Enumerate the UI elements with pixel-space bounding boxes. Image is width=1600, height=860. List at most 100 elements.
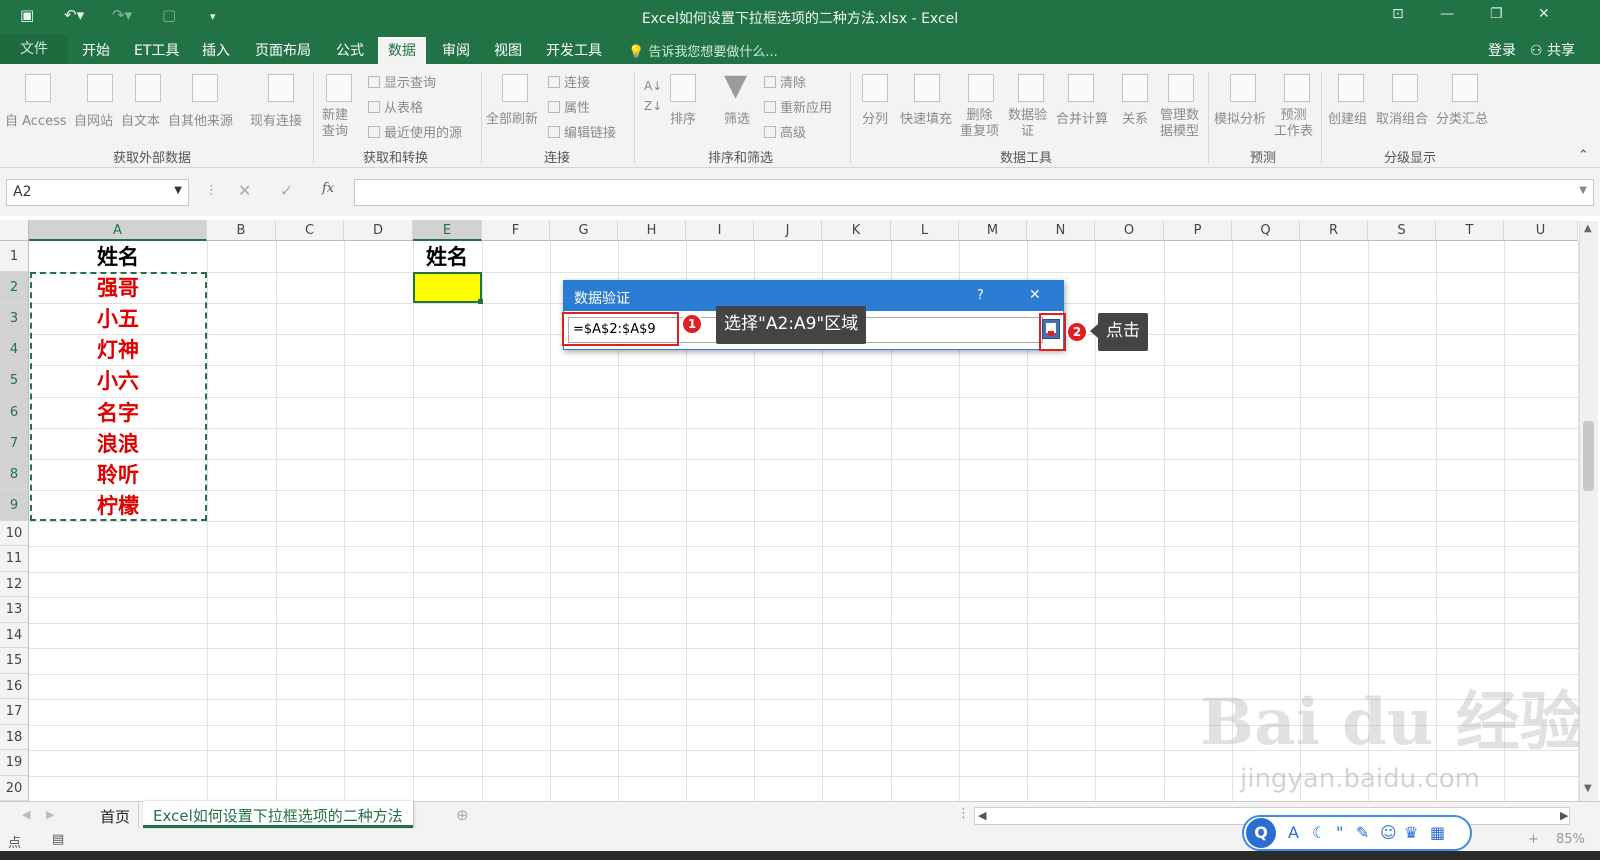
tab-data[interactable]: 数据 (378, 37, 426, 64)
row-header[interactable]: 3 (0, 303, 29, 334)
tab-home[interactable]: 开始 (82, 40, 110, 60)
moon-icon[interactable]: ☾ (1312, 823, 1326, 842)
column-header[interactable]: C (276, 220, 344, 241)
share-button[interactable]: ⚇ 共享 (1530, 40, 1575, 60)
row-header[interactable]: 19 (0, 750, 29, 776)
sheet-tab-home[interactable]: 首页 (92, 802, 140, 828)
name-box[interactable]: A2 ▼ (6, 179, 189, 206)
remove-duplicates-button[interactable]: 删除 重复项 (960, 108, 999, 140)
subtotal-button[interactable]: 分类汇总 (1436, 108, 1488, 127)
column-header[interactable]: A (29, 220, 207, 241)
cell-e1[interactable]: 姓名 (413, 241, 481, 272)
insert-function-icon[interactable]: fx (322, 181, 334, 196)
from-table-button[interactable]: 从表格 (368, 97, 423, 116)
ribbon-display-icon[interactable]: ⊡ (1392, 6, 1404, 22)
row-header[interactable]: 1 (0, 241, 29, 272)
flash-fill-button[interactable]: 快速填充 (900, 108, 952, 127)
next-sheet-icon[interactable]: ▶ (46, 808, 54, 821)
clear-filter-button[interactable]: 清除 (764, 72, 806, 91)
from-text-button[interactable]: 自文本 (121, 110, 160, 129)
cell-e2[interactable] (413, 272, 482, 303)
cell-a1[interactable]: 姓名 (29, 241, 207, 272)
edit-links-button[interactable]: 编辑链接 (548, 122, 616, 141)
formula-input[interactable]: ▼ (354, 179, 1594, 206)
tab-page-layout[interactable]: 页面布局 (255, 40, 311, 60)
help-button[interactable]: ? (977, 288, 984, 303)
column-header[interactable]: T (1436, 220, 1504, 241)
scroll-left-icon[interactable]: ◀ (978, 809, 986, 822)
dialog-close-button[interactable]: ✕ (1029, 287, 1041, 303)
ime-letter-icon[interactable]: A (1288, 823, 1299, 842)
properties-button[interactable]: 属性 (548, 97, 590, 116)
recent-sources-button[interactable]: 最近使用的源 (368, 122, 462, 141)
row-header[interactable]: 2 (0, 272, 29, 303)
collapse-ribbon-icon[interactable]: ⌃ (1578, 148, 1589, 163)
column-header[interactable]: J (754, 220, 822, 241)
tab-insert[interactable]: 插入 (202, 40, 230, 60)
show-queries-button[interactable]: 显示查询 (368, 72, 436, 91)
forecast-sheet-button[interactable]: 预测 工作表 (1274, 108, 1313, 140)
row-header[interactable]: 15 (0, 648, 29, 674)
login-link[interactable]: 登录 (1488, 40, 1516, 60)
scroll-thumb[interactable] (1583, 421, 1594, 491)
column-header[interactable]: I (686, 220, 754, 241)
sort-asc-icon[interactable]: A↓ Z↓ (644, 76, 662, 116)
shirt-icon[interactable]: ♛ (1404, 823, 1418, 842)
column-header[interactable]: Q (1232, 220, 1300, 241)
text-to-columns-button[interactable]: 分列 (862, 108, 888, 127)
advanced-filter-button[interactable]: 高级 (764, 122, 806, 141)
prev-sheet-icon[interactable]: ◀ (22, 808, 30, 821)
quote-icon[interactable]: " (1336, 823, 1343, 842)
row-header[interactable]: 16 (0, 674, 29, 699)
column-header[interactable]: U (1504, 220, 1578, 241)
row-header[interactable]: 6 (0, 397, 29, 428)
enter-icon[interactable]: ✓ (280, 181, 293, 200)
chevron-down-icon[interactable]: ▼ (1579, 185, 1587, 196)
select-all-corner[interactable] (0, 220, 29, 241)
column-header[interactable]: R (1300, 220, 1368, 241)
zoom-in-icon[interactable]: + (1528, 832, 1539, 847)
vertical-scrollbar[interactable]: ▲ ▼ (1579, 221, 1598, 801)
close-window-icon[interactable]: ✕ (1538, 6, 1550, 22)
row-header[interactable]: 12 (0, 572, 29, 597)
column-header[interactable]: F (482, 220, 550, 241)
tab-formulas[interactable]: 公式 (336, 40, 364, 60)
scroll-up-icon[interactable]: ▲ (1584, 223, 1592, 234)
what-if-analysis-button[interactable]: 模拟分析 (1214, 108, 1266, 127)
tell-me-box[interactable]: 💡 告诉我您想要做什么... (628, 41, 778, 60)
column-header[interactable]: M (959, 220, 1027, 241)
sort-button[interactable]: 排序 (670, 108, 696, 127)
ungroup-button[interactable]: 取消组合 (1376, 108, 1428, 127)
macro-record-icon[interactable]: ▤ (52, 832, 64, 847)
cancel-icon[interactable]: ✕ (238, 181, 251, 200)
fill-handle[interactable] (478, 299, 483, 304)
splitter-icon[interactable]: ⋮ (957, 806, 970, 821)
row-header[interactable]: 10 (0, 521, 29, 546)
row-header[interactable]: 4 (0, 334, 29, 365)
data-validation-button[interactable]: 数据验 证 (1008, 108, 1047, 140)
restore-icon[interactable]: ❐ (1490, 6, 1503, 22)
column-header[interactable]: D (344, 220, 413, 241)
column-header[interactable]: E (413, 220, 482, 241)
column-header[interactable]: K (822, 220, 891, 241)
tab-et-tools[interactable]: ET工具 (134, 40, 179, 60)
column-header[interactable]: B (207, 220, 276, 241)
zoom-level[interactable]: 85% (1556, 832, 1585, 847)
tab-view[interactable]: 视图 (494, 40, 522, 60)
reapply-button[interactable]: 重新应用 (764, 97, 832, 116)
row-header[interactable]: 9 (0, 490, 29, 521)
column-header[interactable]: H (618, 220, 686, 241)
column-header[interactable]: P (1164, 220, 1232, 241)
add-sheet-icon[interactable]: ⊕ (456, 806, 469, 824)
row-header[interactable]: 17 (0, 699, 29, 725)
wrench-icon[interactable]: ✎ (1356, 823, 1369, 842)
input-method-toolbar[interactable]: Q A ☾ " ✎ ☺ ♛ ▦ (1242, 815, 1472, 851)
ime-logo-icon[interactable]: Q (1246, 818, 1276, 848)
column-header[interactable]: L (891, 220, 959, 241)
tab-developer[interactable]: 开发工具 (546, 40, 602, 60)
from-access-button[interactable]: 自 Access (5, 110, 67, 129)
row-header[interactable]: 8 (0, 459, 29, 490)
row-header[interactable]: 14 (0, 623, 29, 648)
column-header[interactable]: G (550, 220, 618, 241)
from-web-button[interactable]: 自网站 (74, 110, 113, 129)
